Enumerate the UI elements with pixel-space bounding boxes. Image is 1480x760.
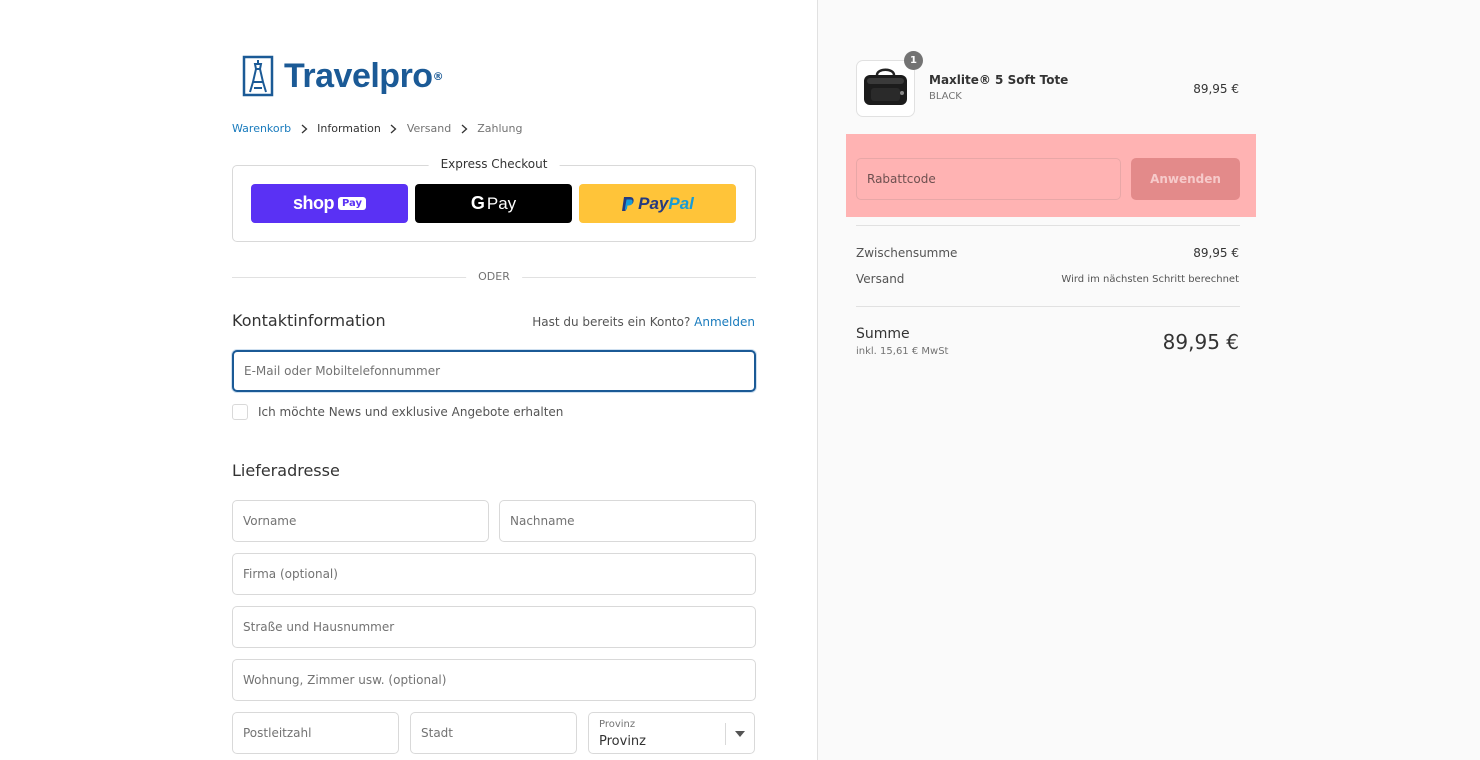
city-field[interactable] — [410, 712, 577, 754]
province-value: Provinz — [599, 734, 646, 749]
checkout-main: Travelpro ® Warenkorb Information Versand… — [0, 0, 817, 760]
city-input[interactable] — [411, 713, 576, 753]
first-name-field[interactable] — [232, 500, 489, 542]
newsletter-checkbox[interactable] — [232, 404, 248, 420]
eiffel-tower-logo-icon — [242, 55, 274, 97]
breadcrumb-payment: Zahlung — [477, 122, 523, 135]
express-checkout: Express Checkout shop Pay G Pay Pay Pal — [232, 157, 756, 242]
product-price: 89,95 € — [1193, 82, 1239, 96]
subtotal-label: Zwischensumme — [856, 246, 958, 260]
breadcrumb: Warenkorb Information Versand Zahlung — [232, 122, 522, 135]
breadcrumb-cart[interactable]: Warenkorb — [232, 122, 291, 135]
zip-input[interactable] — [233, 713, 398, 753]
total-value: 89,95 € — [1162, 330, 1239, 354]
breadcrumb-shipping: Versand — [406, 122, 452, 135]
google-g-icon: G — [470, 193, 485, 213]
zip-field[interactable] — [232, 712, 399, 754]
tote-bag-icon — [864, 68, 907, 105]
email-field[interactable] — [232, 350, 756, 392]
or-divider-text: ODER — [466, 270, 522, 283]
quantity-badge: 1 — [904, 51, 923, 70]
company-field[interactable] — [232, 553, 756, 595]
brand-name: Travelpro — [284, 56, 433, 95]
brand-logo[interactable]: Travelpro ® — [242, 54, 444, 98]
apply-discount-button[interactable]: Anwenden — [1131, 158, 1240, 200]
shop-pay-pill: Pay — [337, 197, 367, 210]
shipping-value: Wird im nächsten Schritt berechnet — [1061, 274, 1239, 285]
brand-registered-mark: ® — [432, 69, 444, 83]
street-input[interactable] — [233, 607, 755, 647]
product-variant: BLACK — [929, 91, 962, 102]
shop-pay-button[interactable]: shop Pay — [251, 184, 408, 223]
paypal-button[interactable]: Pay Pal — [579, 184, 736, 223]
last-name-input[interactable] — [500, 501, 755, 541]
paypal-pal-text: Pal — [668, 193, 694, 213]
company-input[interactable] — [233, 554, 755, 594]
shipping-label: Versand — [856, 272, 905, 286]
province-select[interactable]: Provinz Provinz — [588, 712, 755, 754]
subtotal-value: 89,95 € — [1193, 246, 1239, 260]
email-input[interactable] — [234, 352, 754, 390]
total-label: Summe — [856, 326, 910, 342]
or-divider: ODER — [232, 270, 756, 284]
shop-pay-wordmark: shop — [292, 193, 335, 213]
tax-note: inkl. 15,61 € MwSt — [856, 346, 949, 357]
summary-divider — [856, 225, 1240, 226]
login-prompt: Hast du bereits ein Konto? — [532, 315, 691, 329]
first-name-input[interactable] — [233, 501, 488, 541]
paypal-p-icon — [622, 196, 634, 211]
last-name-field[interactable] — [499, 500, 756, 542]
google-pay-button[interactable]: G Pay — [415, 184, 572, 223]
paypal-pay-text: Pay — [638, 193, 669, 213]
chevron-right-icon — [299, 124, 309, 134]
newsletter-label: Ich möchte News und exklusive Angebote e… — [258, 405, 564, 419]
discount-code-field[interactable] — [856, 158, 1121, 200]
apartment-input[interactable] — [233, 660, 755, 700]
apartment-field[interactable] — [232, 659, 756, 701]
chevron-right-icon — [459, 124, 469, 134]
login-hint: Hast du bereits ein Konto? Anmelden — [532, 315, 755, 329]
summary-divider — [856, 306, 1240, 307]
select-divider — [725, 723, 726, 745]
product-name: Maxlite® 5 Soft Tote — [929, 73, 1069, 87]
newsletter-option[interactable]: Ich möchte News und exklusive Angebote e… — [232, 404, 563, 420]
google-pay-label: Pay — [486, 193, 517, 213]
street-field[interactable] — [232, 606, 756, 648]
express-checkout-title: Express Checkout — [428, 157, 560, 171]
product-thumbnail — [856, 60, 915, 117]
chevron-right-icon — [389, 124, 399, 134]
breadcrumb-information: Information — [317, 122, 381, 135]
order-summary — [817, 0, 1480, 760]
shipping-section-title: Lieferadresse — [232, 461, 340, 480]
chevron-down-icon — [735, 731, 745, 737]
login-link[interactable]: Anmelden — [694, 315, 755, 329]
contact-section-title: Kontaktinformation — [232, 311, 386, 330]
discount-code-input[interactable] — [857, 159, 1120, 199]
province-label: Provinz — [599, 719, 636, 730]
